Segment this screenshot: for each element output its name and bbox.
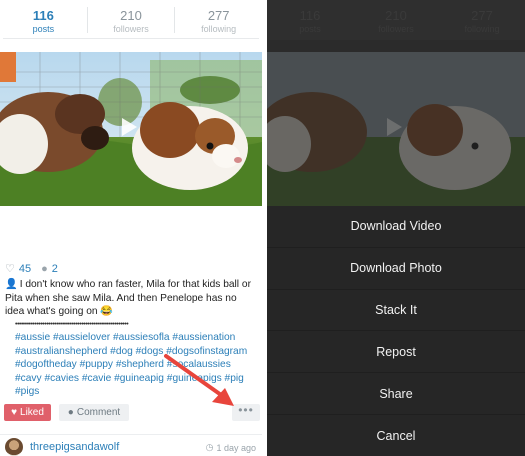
dimmed-followers-count: 210 xyxy=(385,8,407,23)
dimmed-stat-followers: 210 followers xyxy=(353,0,439,40)
dimmed-following-count: 277 xyxy=(471,8,493,23)
dimmed-stat-posts: 116 posts xyxy=(267,0,353,40)
following-label: following xyxy=(201,24,237,34)
repost-option[interactable]: Repost xyxy=(267,331,525,374)
share-option[interactable]: Share xyxy=(267,373,525,415)
like-count[interactable]: 45 xyxy=(19,263,31,275)
post-video[interactable] xyxy=(0,52,262,206)
caption-text: I don't know who ran faster, Mila for th… xyxy=(5,279,251,317)
dimmed-post-image xyxy=(267,52,525,206)
clock-icon: ◷ xyxy=(205,442,214,452)
red-arrow-annotation xyxy=(164,354,234,406)
time-label: 1 day ago xyxy=(216,442,256,453)
stat-followers[interactable]: 210 followers xyxy=(88,0,175,40)
dimmed-guinea-pigs-image xyxy=(267,52,525,206)
liked-label: Liked xyxy=(20,407,44,418)
post-detail-screen: 116 posts 210 followers 277 following ♡ … xyxy=(0,0,262,456)
post-author-row: threepigsandawolf ◷ 1 day ago xyxy=(0,434,262,456)
posts-label: posts xyxy=(32,24,55,34)
comment-label: Comment xyxy=(76,407,121,418)
author-username[interactable]: threepigsandawolf xyxy=(30,441,119,453)
guinea-pigs-image xyxy=(0,52,262,206)
following-count: 277 xyxy=(207,8,230,23)
post-caption: 👤 I don't know who ran faster, Mila for t… xyxy=(5,278,257,319)
profile-stats: 116 posts 210 followers 277 following xyxy=(0,0,262,40)
action-sheet-screen: 116 posts 210 followers 277 following Do… xyxy=(267,0,525,456)
heart-filled-icon: ♥ xyxy=(11,407,18,418)
heart-icon: ♡ xyxy=(5,263,15,275)
stack-it-option[interactable]: Stack It xyxy=(267,290,525,332)
posts-count: 116 xyxy=(32,8,54,23)
comment-icon: ● xyxy=(67,407,74,418)
followers-label: followers xyxy=(113,24,149,34)
comment-bubble-icon: ● xyxy=(41,262,48,275)
caption-separator: ••••••••••••••••••••••••••••••••••••••••… xyxy=(15,321,129,328)
stat-following[interactable]: 277 following xyxy=(175,0,262,40)
download-photo-option[interactable]: Download Photo xyxy=(267,248,525,290)
dimmed-followers-label: followers xyxy=(378,24,414,34)
dimmed-stat-following: 277 following xyxy=(439,0,525,40)
dimmed-posts-label: posts xyxy=(299,24,321,34)
download-video-option[interactable]: Download Video xyxy=(267,206,525,248)
stats-divider xyxy=(3,38,259,39)
comment-count[interactable]: 2 xyxy=(52,263,58,275)
post-time: ◷ 1 day ago xyxy=(206,442,256,453)
liked-button[interactable]: ♥ Liked xyxy=(4,404,51,421)
action-sheet: Download Video Download Photo Stack It R… xyxy=(267,206,525,456)
cancel-option[interactable]: Cancel xyxy=(267,415,525,456)
avatar[interactable] xyxy=(5,438,23,456)
comment-button[interactable]: ● Comment xyxy=(59,404,129,421)
dimmed-profile-stats: 116 posts 210 followers 277 following xyxy=(267,0,525,40)
user-icon: 👤 xyxy=(5,279,18,290)
dimmed-posts-count: 116 xyxy=(299,8,321,23)
engagement-row: ♡ 45 ● 2 xyxy=(5,262,58,276)
dimmed-following-label: following xyxy=(464,24,500,34)
stat-posts[interactable]: 116 posts xyxy=(0,0,87,40)
followers-count: 210 xyxy=(120,8,142,23)
